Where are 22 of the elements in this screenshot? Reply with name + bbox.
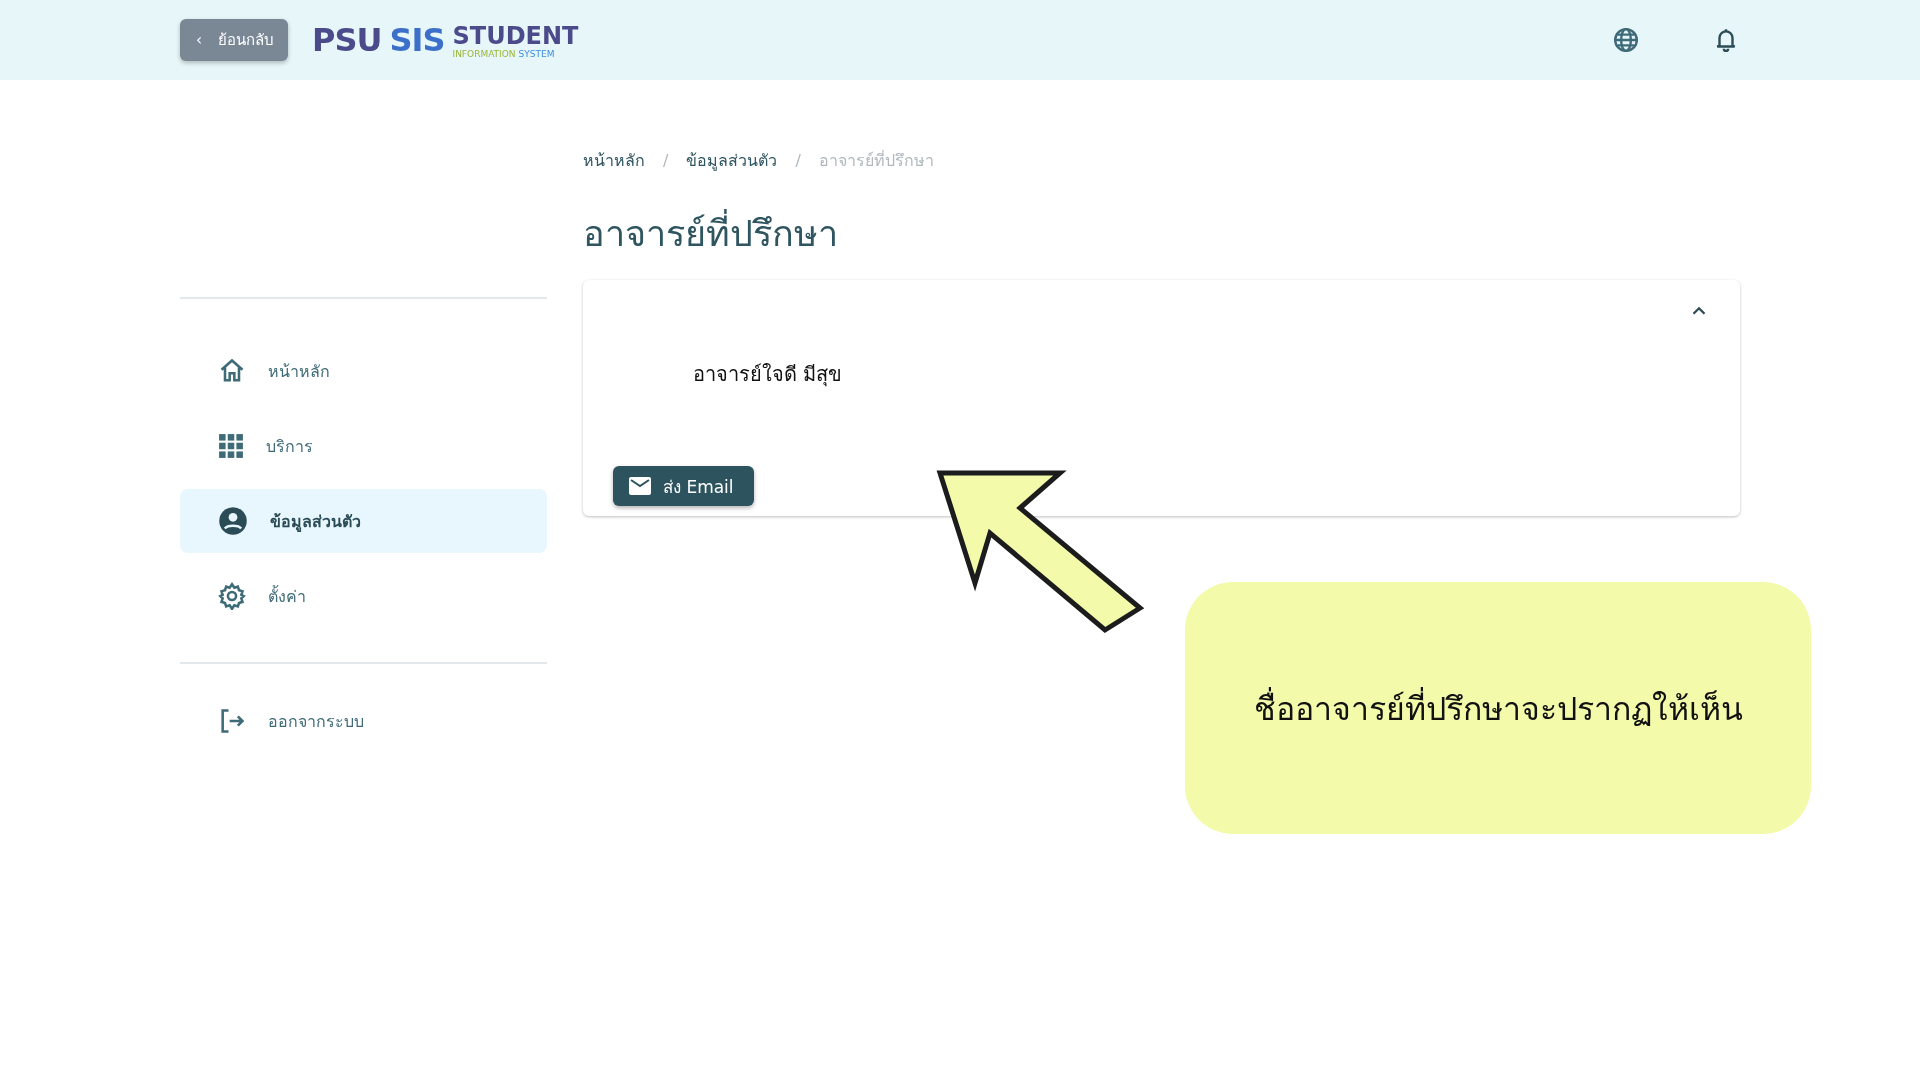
home-icon [218, 357, 246, 385]
person-icon [218, 506, 248, 536]
breadcrumb-link[interactable]: ข้อมูลส่วนตัว [686, 148, 778, 173]
advisor-name: อาจารย์ใจดี มีสุข [693, 361, 844, 389]
logout-item[interactable]: ออกจากระบบ [180, 689, 547, 753]
sidebar-item[interactable]: หน้าหลัก [180, 339, 547, 403]
breadcrumb-separator: / [663, 151, 669, 170]
page-title: อาจารย์ที่ปรึกษา [583, 205, 1740, 262]
email-envelope-icon [629, 477, 651, 495]
logout-icon [218, 707, 246, 735]
sidebar-item[interactable]: ข้อมูลส่วนตัว [180, 489, 547, 553]
grid-icon [218, 433, 244, 459]
language-globe-icon[interactable] [1612, 26, 1640, 54]
callout-text: ชื่ออาจารย์ที่ปรึกษาจะปรากฏให้เห็น [1253, 686, 1743, 730]
breadcrumb-current-title: อาจารย์ที่ปรึกษา [818, 149, 934, 172]
sidebar-item[interactable]: ตั้งค่า [180, 564, 547, 628]
breadcrumb-link[interactable]: หน้าหลัก [583, 148, 645, 173]
settings-icon [218, 582, 246, 610]
back-button[interactable]: ‹ ย้อนกลับ [180, 19, 288, 61]
sidebar-item[interactable]: บริการ [180, 414, 547, 478]
send-email-button[interactable]: ส่ง Email [613, 466, 754, 506]
breadcrumb-separator: / [795, 151, 801, 170]
